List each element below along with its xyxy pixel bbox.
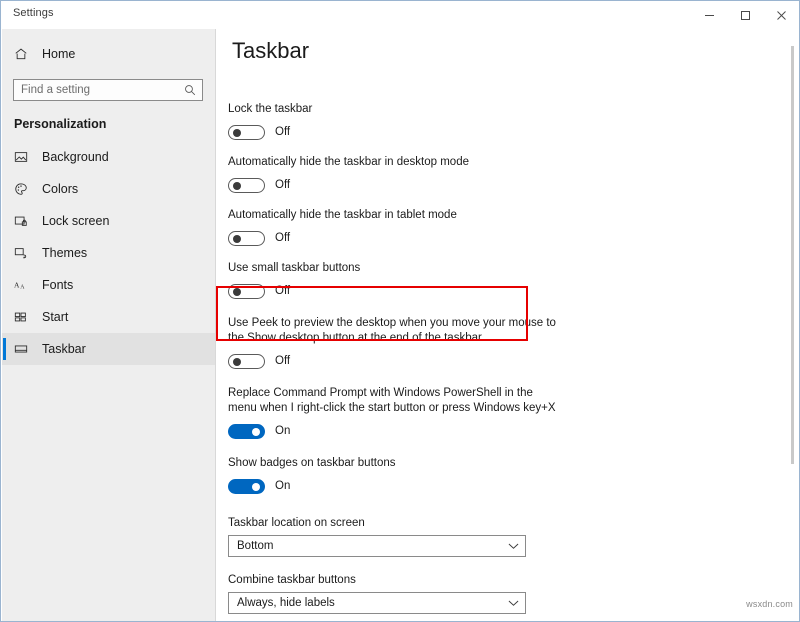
toggle-knob <box>233 129 241 137</box>
toggle-autohide-desktop[interactable] <box>228 178 265 193</box>
toggle-knob <box>233 235 241 243</box>
dropdown-taskbar-location[interactable]: Bottom <box>228 535 526 557</box>
sidebar-item-lock-screen[interactable]: Lock screen <box>2 205 215 237</box>
close-button[interactable] <box>763 1 799 29</box>
sidebar-item-home[interactable]: Home <box>2 41 215 67</box>
sidebar-section-title: Personalization <box>14 117 215 131</box>
title-bar: Settings <box>1 1 799 29</box>
setting-replace-cmd-powershell: Replace Command Prompt with Windows Powe… <box>228 386 558 442</box>
sidebar-item-label: Fonts <box>42 278 73 292</box>
toggle-small-buttons[interactable] <box>228 284 265 299</box>
setting-label: Lock the taskbar <box>228 102 558 117</box>
toggle-state: Off <box>275 179 290 191</box>
sidebar-item-themes[interactable]: Themes <box>2 237 215 269</box>
sidebar-item-label: Taskbar <box>42 342 86 356</box>
page-title: Taskbar <box>232 38 309 64</box>
scrollbar-thumb[interactable] <box>791 46 794 464</box>
sidebar-item-label: Colors <box>42 182 78 196</box>
toggle-state: On <box>275 425 290 437</box>
sidebar-item-colors[interactable]: Colors <box>2 173 215 205</box>
setting-label: Automatically hide the taskbar in tablet… <box>228 208 558 223</box>
setting-label: Automatically hide the taskbar in deskto… <box>228 155 558 170</box>
setting-taskbar-location: Taskbar location on screen Bottom <box>228 517 558 557</box>
brush-icon <box>14 246 34 260</box>
toggle-replace-cmd-powershell[interactable] <box>228 424 265 439</box>
dropdown-combine-buttons[interactable]: Always, hide labels <box>228 592 526 614</box>
setting-lock-the-taskbar: Lock the taskbar Off <box>228 102 558 143</box>
sidebar-item-background[interactable]: Background <box>2 141 215 173</box>
toggle-row: Off <box>228 350 558 372</box>
svg-text:A: A <box>20 284 25 290</box>
sidebar-nav-list: Background Colors <box>2 141 215 365</box>
toggle-knob <box>252 483 260 491</box>
toggle-state: Off <box>275 355 290 367</box>
setting-autohide-desktop: Automatically hide the taskbar in deskto… <box>228 155 558 196</box>
toggle-row: Off <box>228 227 558 249</box>
toggle-knob <box>233 182 241 190</box>
search-placeholder: Find a setting <box>14 84 184 96</box>
toggle-lock-the-taskbar[interactable] <box>228 125 265 140</box>
sidebar: Home Find a setting Personalization <box>2 29 216 622</box>
setting-label: Replace Command Prompt with Windows Powe… <box>228 386 558 416</box>
toggle-row: Off <box>228 121 558 143</box>
toggle-use-peek[interactable] <box>228 354 265 369</box>
dropdown-label: Taskbar location on screen <box>228 517 558 529</box>
dropdown-label: Combine taskbar buttons <box>228 574 558 586</box>
sidebar-item-label: Start <box>42 310 68 324</box>
lockscreen-icon <box>14 214 34 228</box>
setting-label: Show badges on taskbar buttons <box>228 456 558 471</box>
sidebar-item-fonts[interactable]: A A Fonts <box>2 269 215 301</box>
dropdown-value: Always, hide labels <box>237 597 508 609</box>
setting-autohide-tablet: Automatically hide the taskbar in tablet… <box>228 208 558 249</box>
toggle-show-badges[interactable] <box>228 479 265 494</box>
toggle-row: Off <box>228 174 558 196</box>
search-input[interactable]: Find a setting <box>13 79 203 101</box>
minimize-button[interactable] <box>691 1 727 29</box>
sidebar-item-label: Lock screen <box>42 214 109 228</box>
font-aa-icon: A A <box>14 278 34 292</box>
setting-use-peek: Use Peek to preview the desktop when you… <box>228 316 558 372</box>
toggle-state: Off <box>275 232 290 244</box>
setting-show-badges: Show badges on taskbar buttons On <box>228 456 558 497</box>
toggle-state: Off <box>275 285 290 297</box>
toggle-autohide-tablet[interactable] <box>228 231 265 246</box>
search-icon <box>184 84 202 96</box>
vertical-scrollbar[interactable] <box>786 31 798 620</box>
palette-icon <box>14 182 34 196</box>
window-controls <box>691 1 799 29</box>
toggle-row: On <box>228 420 558 442</box>
toggle-knob <box>233 288 241 296</box>
picture-icon <box>14 150 34 164</box>
main-content: Taskbar Lock the taskbar Off Automatical… <box>217 29 799 622</box>
toggle-knob <box>252 428 260 436</box>
window-title: Settings <box>13 7 54 19</box>
sidebar-item-label: Themes <box>42 246 87 260</box>
setting-label: Use Peek to preview the desktop when you… <box>228 316 558 346</box>
chevron-down-icon <box>508 599 519 607</box>
start-grid-icon <box>14 310 34 324</box>
sidebar-item-taskbar[interactable]: Taskbar <box>2 333 215 365</box>
setting-label: Use small taskbar buttons <box>228 261 558 276</box>
toggle-state: On <box>275 480 290 492</box>
sidebar-item-start[interactable]: Start <box>2 301 215 333</box>
svg-text:A: A <box>14 281 20 290</box>
toggle-row: Off <box>228 280 558 302</box>
maximize-button[interactable] <box>727 1 763 29</box>
house-icon <box>14 47 36 61</box>
setting-small-buttons: Use small taskbar buttons Off <box>228 261 558 302</box>
taskbar-icon <box>14 342 34 356</box>
toggle-row: On <box>228 475 558 497</box>
chevron-down-icon <box>508 542 519 550</box>
toggle-knob <box>233 358 241 366</box>
settings-list: Lock the taskbar Off Automatically hide … <box>228 102 558 622</box>
watermark: wsxdn.com <box>746 599 793 609</box>
sidebar-home-label: Home <box>42 47 75 61</box>
setting-combine-buttons: Combine taskbar buttons Always, hide lab… <box>228 574 558 614</box>
sidebar-item-label: Background <box>42 150 109 164</box>
dropdown-value: Bottom <box>237 540 508 552</box>
toggle-state: Off <box>275 126 290 138</box>
settings-window: Settings Home Find a setting <box>0 0 800 622</box>
